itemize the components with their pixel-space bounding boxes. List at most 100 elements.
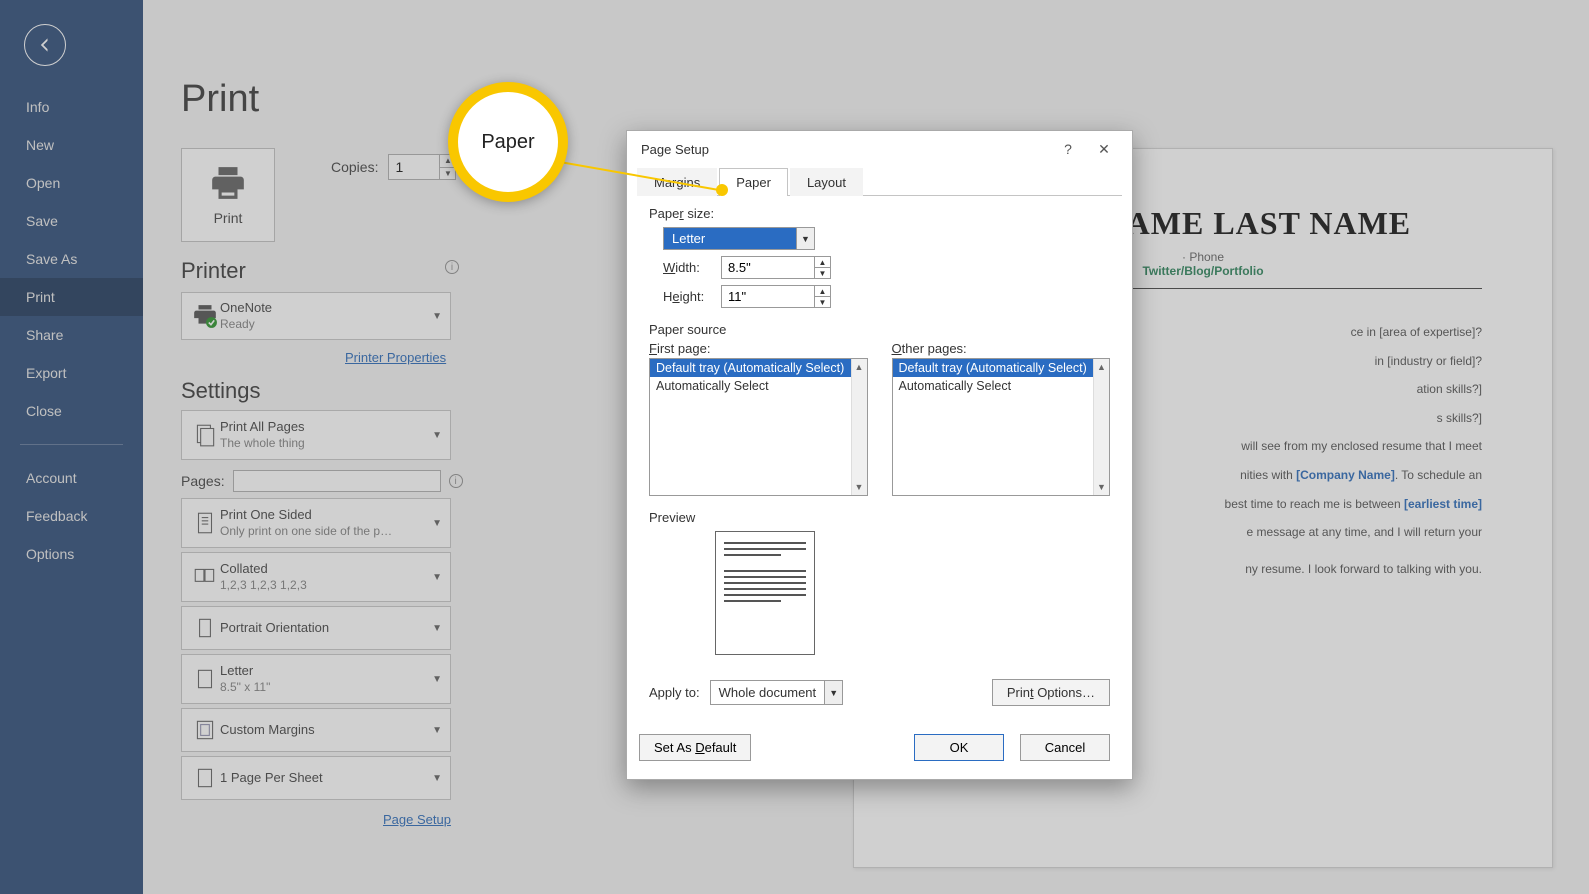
nav-account[interactable]: Account [0, 459, 143, 497]
nav-info[interactable]: Info [0, 88, 143, 126]
other-pages-listbox[interactable]: Default tray (Automatically Select) Auto… [892, 358, 1111, 496]
pages-info-icon[interactable]: i [449, 474, 463, 488]
per-sheet-dropdown[interactable]: 1 Page Per Sheet ▼ [181, 756, 451, 800]
callout-dot [716, 184, 728, 196]
nav-close[interactable]: Close [0, 392, 143, 430]
printer-info-icon[interactable]: i [445, 260, 459, 274]
nav-export[interactable]: Export [0, 354, 143, 392]
listbox-scrollbar[interactable]: ▲▼ [1093, 359, 1109, 495]
copies-row: Copies: ▲▼ [331, 154, 456, 180]
chevron-down-icon[interactable]: ▼ [824, 681, 842, 704]
nav-open[interactable]: Open [0, 164, 143, 202]
chevron-down-icon: ▼ [432, 623, 442, 634]
dialog-tabs: Margins Paper Layout [637, 167, 1122, 196]
print-all-title: Print All Pages [220, 419, 432, 436]
nav-print[interactable]: Print [0, 278, 143, 316]
height-down[interactable]: ▼ [814, 297, 830, 307]
pages-label: Pages: [181, 473, 225, 489]
dialog-close-button[interactable]: ✕ [1086, 135, 1122, 163]
back-button[interactable] [24, 24, 66, 66]
cancel-button[interactable]: Cancel [1020, 734, 1110, 761]
pages-input[interactable] [233, 470, 441, 492]
printer-properties-link[interactable]: Printer Properties [345, 350, 446, 365]
printer-icon [208, 164, 248, 202]
apply-to-value: Whole document [711, 681, 825, 704]
print-button-label: Print [214, 210, 243, 226]
dialog-help-button[interactable]: ? [1050, 135, 1086, 163]
print-options-button[interactable]: Print Options… [992, 679, 1110, 706]
copies-spinner[interactable]: ▲▼ [388, 154, 456, 180]
page-setup-dialog: Page Setup ? ✕ Margins Paper Layout Pape… [626, 130, 1133, 780]
paper-icon [192, 666, 218, 692]
width-label: Width: [663, 260, 711, 275]
one-sided-dropdown[interactable]: Print One SidedOnly print on one side of… [181, 498, 451, 548]
paper-size-combo[interactable]: Letter ▼ [663, 227, 815, 250]
width-down[interactable]: ▼ [814, 268, 830, 278]
print-all-sub: The whole thing [220, 436, 432, 452]
first-page-listbox[interactable]: Default tray (Automatically Select) Auto… [649, 358, 868, 496]
one-sided-sub: Only print on one side of the p… [220, 524, 432, 540]
ok-button[interactable]: OK [914, 734, 1004, 761]
orientation-title: Portrait Orientation [220, 620, 432, 637]
tab-layout[interactable]: Layout [790, 168, 863, 196]
one-sided-title: Print One Sided [220, 507, 432, 524]
apply-to-label: Apply to: [649, 685, 700, 700]
height-label: Height: [663, 289, 711, 304]
chevron-down-icon: ▼ [432, 311, 442, 322]
first-page-opt-0[interactable]: Default tray (Automatically Select) [650, 359, 867, 377]
printer-dropdown[interactable]: OneNoteReady ▼ [181, 292, 451, 340]
one-sided-icon [192, 510, 218, 536]
copies-down[interactable]: ▼ [439, 168, 455, 180]
width-spinner[interactable]: ▲▼ [721, 256, 831, 279]
page-title: Print [181, 78, 1589, 121]
margins-dropdown[interactable]: Custom Margins ▼ [181, 708, 451, 752]
copies-input[interactable] [389, 155, 439, 179]
other-pages-opt-0[interactable]: Default tray (Automatically Select) [893, 359, 1110, 377]
printer-status-icon [192, 303, 218, 329]
print-all-dropdown[interactable]: Print All PagesThe whole thing ▼ [181, 410, 451, 460]
listbox-scrollbar[interactable]: ▲▼ [851, 359, 867, 495]
chevron-down-icon: ▼ [432, 430, 442, 441]
orientation-dropdown[interactable]: Portrait Orientation ▼ [181, 606, 451, 650]
width-up[interactable]: ▲ [814, 257, 830, 268]
preview-thumbnail [715, 531, 815, 655]
chevron-down-icon: ▼ [432, 773, 442, 784]
chevron-down-icon[interactable]: ▼ [796, 228, 814, 249]
pages-icon [192, 422, 218, 448]
chevron-down-icon: ▼ [432, 674, 442, 685]
dialog-footer: Set As Default OK Cancel [627, 720, 1132, 779]
chevron-down-icon: ▼ [432, 725, 442, 736]
height-up[interactable]: ▲ [814, 286, 830, 297]
nav-save-as[interactable]: Save As [0, 240, 143, 278]
paper-title: Letter [220, 663, 432, 680]
apply-to-combo[interactable]: Whole document ▼ [710, 680, 844, 705]
set-as-default-button[interactable]: Set As Default [639, 734, 751, 761]
nav-share[interactable]: Share [0, 316, 143, 354]
print-button[interactable]: Print [181, 148, 275, 242]
printer-status: Ready [220, 317, 432, 333]
paper-size-dropdown[interactable]: Letter8.5" x 11" ▼ [181, 654, 451, 704]
nav-options[interactable]: Options [0, 535, 143, 573]
dialog-titlebar: Page Setup ? ✕ [627, 131, 1132, 167]
page-setup-link[interactable]: Page Setup [383, 812, 451, 827]
nav-feedback[interactable]: Feedback [0, 497, 143, 535]
chevron-down-icon: ▼ [432, 572, 442, 583]
height-spinner[interactable]: ▲▼ [721, 285, 831, 308]
printer-name: OneNote [220, 300, 432, 317]
tab-paper[interactable]: Paper [719, 168, 788, 196]
nav-new[interactable]: New [0, 126, 143, 164]
margins-title: Custom Margins [220, 722, 432, 739]
width-input[interactable] [722, 257, 814, 278]
per-sheet-title: 1 Page Per Sheet [220, 770, 432, 787]
collated-dropdown[interactable]: Collated1,2,3 1,2,3 1,2,3 ▼ [181, 552, 451, 602]
nav-save[interactable]: Save [0, 202, 143, 240]
dialog-body: Paper size: Letter ▼ Width: ▲▼ Height: ▲… [627, 196, 1132, 720]
other-pages-opt-1[interactable]: Automatically Select [893, 377, 1110, 395]
chevron-down-icon: ▼ [432, 518, 442, 529]
first-page-opt-1[interactable]: Automatically Select [650, 377, 867, 395]
margins-icon [192, 717, 218, 743]
collated-title: Collated [220, 561, 432, 578]
collated-icon [192, 564, 218, 590]
height-input[interactable] [722, 286, 814, 307]
printer-heading: Printer [181, 258, 246, 284]
